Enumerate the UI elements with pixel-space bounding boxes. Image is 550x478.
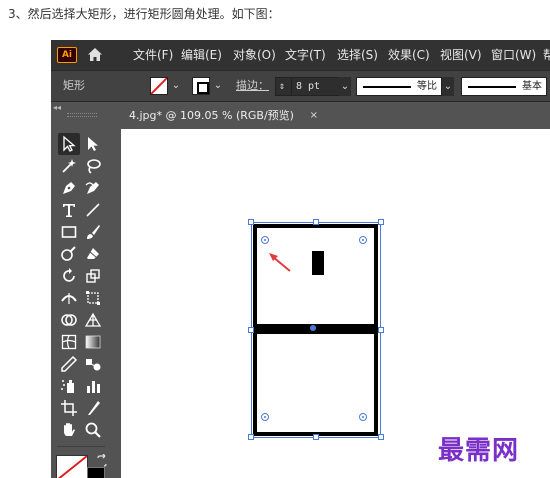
type-tool-icon[interactable] (58, 199, 80, 221)
gradient-tool-icon[interactable] (82, 331, 104, 353)
symbol-sprayer-tool-icon[interactable] (58, 375, 80, 397)
rotate-tool-icon[interactable] (58, 265, 80, 287)
menu-effect[interactable]: 效果(C) (388, 40, 430, 70)
document-area: 4.jpg* @ 109.05 % (RGB/预览) × (113, 103, 550, 478)
fill-dropdown-chevron-down-icon[interactable]: ⌄ (170, 79, 182, 93)
variable-width-profile[interactable]: 等比 (356, 77, 442, 96)
menu-object[interactable]: 对象(O) (233, 40, 276, 70)
illustrator-window: Ai 文件(F) 编辑(E) 对象(O) 文字(T) 选择(S) 效果(C) 视… (51, 40, 550, 478)
stroke-weight-input[interactable]: 8 pt (291, 77, 341, 96)
stroke-label[interactable]: 描边： (236, 71, 269, 101)
column-graph-tool-icon[interactable] (82, 375, 104, 397)
width-tool-icon[interactable] (58, 287, 80, 309)
curvature-tool-icon[interactable] (82, 177, 104, 199)
swap-fill-stroke-icon[interactable] (95, 453, 109, 467)
bounding-box-handle[interactable] (313, 434, 319, 440)
menu-file[interactable]: 文件(F) (133, 40, 173, 70)
free-transform-tool-icon[interactable] (82, 287, 104, 309)
eyedropper-tool-icon[interactable] (58, 353, 80, 375)
bounding-box-handle[interactable] (378, 434, 384, 440)
menu-bar: Ai 文件(F) 编辑(E) 对象(O) 文字(T) 选择(S) 效果(C) 视… (51, 40, 550, 70)
collapse-panel-icon[interactable]: ◂◂ (53, 103, 61, 112)
shape-builder-tool-icon[interactable] (58, 309, 80, 331)
perspective-grid-tool-icon[interactable] (82, 309, 104, 331)
profile-chevron-down-icon[interactable]: ⌄ (442, 77, 454, 96)
live-corner-widget[interactable] (359, 236, 367, 244)
menu-view[interactable]: 视图(V) (440, 40, 482, 70)
control-bar: 矩形 ⌄ ⌄ 描边： ⇕ 8 pt ⌄ 等比 ⌄ 基本 (51, 70, 550, 102)
fill-color-swatch[interactable] (56, 455, 88, 478)
tutorial-caption: 3、然后选择大矩形，进行矩形圆角处理。如下图： (8, 7, 280, 21)
stroke-dropdown-chevron-down-icon[interactable]: ⌄ (212, 79, 224, 93)
stroke-swatch[interactable] (192, 77, 210, 95)
hand-tool-icon[interactable] (58, 419, 80, 441)
bounding-box-handle[interactable] (248, 434, 254, 440)
bounding-box-handle[interactable] (248, 327, 254, 333)
fill-swatch[interactable] (150, 77, 168, 95)
lasso-tool-icon[interactable] (82, 155, 104, 177)
menu-help[interactable]: 帮 (543, 40, 550, 70)
red-arrow-icon (269, 253, 291, 272)
paintbrush-tool-icon[interactable] (82, 221, 104, 243)
magic-wand-tool-icon[interactable] (58, 155, 80, 177)
zoom-tool-icon[interactable] (82, 419, 104, 441)
center-point (310, 325, 316, 331)
tools-panel: ◂◂ (51, 103, 113, 478)
bounding-box-handle[interactable] (248, 219, 254, 225)
brush-definition[interactable]: 基本 (461, 77, 547, 96)
stroke-weight-chevron-down-icon[interactable]: ⌄ (339, 77, 351, 96)
profile-label: 等比 (417, 81, 437, 92)
live-corner-widget[interactable] (359, 413, 367, 421)
home-icon[interactable] (86, 46, 104, 64)
pen-tool-icon[interactable] (58, 177, 80, 199)
live-corner-widget[interactable] (261, 413, 269, 421)
brush-label: 基本 (522, 81, 542, 92)
watermark-logo: 最需网 (438, 436, 520, 466)
selection-type-label: 矩形 (63, 79, 85, 92)
bounding-box-handle[interactable] (313, 219, 319, 225)
menu-type[interactable]: 文字(T) (285, 40, 326, 70)
scale-tool-icon[interactable] (82, 265, 104, 287)
close-icon[interactable]: × (310, 103, 318, 129)
menu-window[interactable]: 窗口(W) (491, 40, 536, 70)
panel-grip[interactable] (67, 113, 97, 117)
artboard-canvas[interactable] (121, 129, 550, 478)
direct-selection-tool-icon[interactable] (82, 133, 104, 155)
bounding-box-handle[interactable] (378, 327, 384, 333)
live-corner-widget[interactable] (261, 236, 269, 244)
app-logo: Ai (57, 47, 77, 63)
line-segment-tool-icon[interactable] (82, 199, 104, 221)
shaper-tool-icon[interactable] (58, 243, 80, 265)
rectangle-tool-icon[interactable] (58, 221, 80, 243)
menu-select[interactable]: 选择(S) (337, 40, 378, 70)
tools-divider (57, 446, 105, 447)
selection-tool-icon[interactable] (58, 133, 80, 155)
document-tab-title: 4.jpg* @ 109.05 % (RGB/预览) (129, 109, 294, 122)
blend-tool-icon[interactable] (82, 353, 104, 375)
bounding-box-handle[interactable] (378, 219, 384, 225)
eraser-tool-icon[interactable] (82, 243, 104, 265)
mesh-tool-icon[interactable] (58, 331, 80, 353)
artboard-tool-icon[interactable] (58, 397, 80, 419)
menu-edit[interactable]: 编辑(E) (181, 40, 222, 70)
slice-tool-icon[interactable] (82, 397, 104, 419)
document-tab[interactable]: 4.jpg* @ 109.05 % (RGB/预览) × (121, 103, 326, 129)
stroke-color-swatch[interactable] (87, 467, 105, 478)
